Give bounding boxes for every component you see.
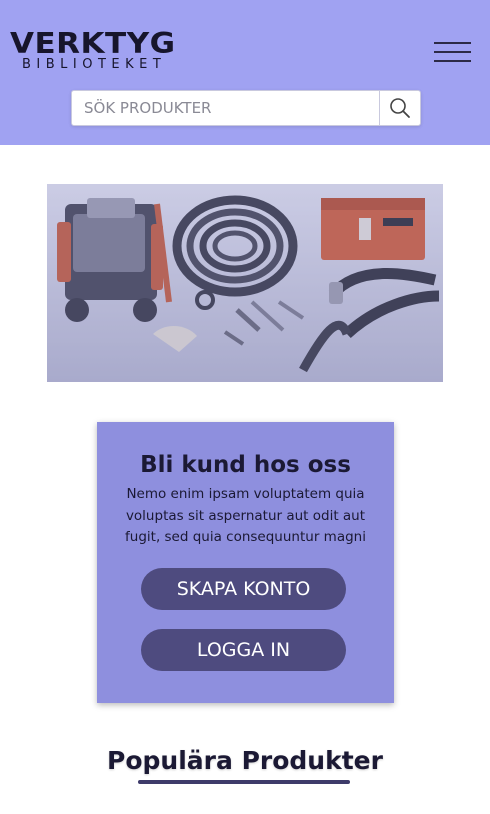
create-account-button[interactable]: SKAPA KONTO — [141, 568, 346, 610]
hero-image — [47, 184, 443, 382]
signup-card: Bli kund hos oss Nemo enim ipsam volupta… — [97, 422, 394, 703]
popular-products-heading: Populära Produkter — [107, 746, 383, 775]
site-header: VERKTYG BIBLIOTEKET — [0, 0, 490, 145]
login-button[interactable]: LOGGA IN — [141, 629, 346, 671]
logo-title: VERKTYG — [10, 27, 176, 61]
search-input[interactable] — [72, 91, 370, 125]
search-button[interactable] — [379, 91, 420, 125]
tools-illustration — [47, 184, 443, 382]
logo[interactable]: VERKTYG BIBLIOTEKET — [10, 30, 185, 78]
search-icon — [390, 98, 410, 118]
hamburger-menu-icon[interactable] — [432, 38, 474, 66]
signup-title: Bli kund hos oss — [140, 452, 351, 478]
search-bar — [71, 90, 421, 126]
signup-description: Nemo enim ipsam voluptatem quia voluptas… — [125, 486, 366, 545]
heading-underline — [138, 780, 350, 784]
logo-subtitle: BIBLIOTEKET — [22, 57, 167, 72]
